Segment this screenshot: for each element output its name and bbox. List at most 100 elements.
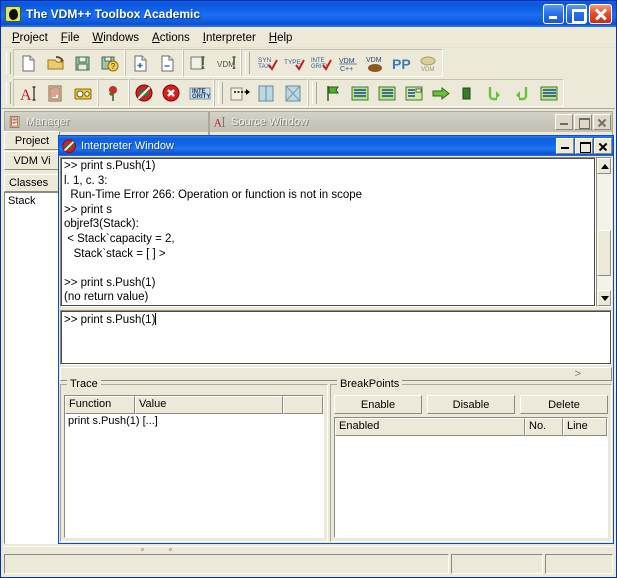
vdm-doc-button[interactable]: VDM	[414, 50, 441, 76]
window-titlebar[interactable]: The VDM++ Toolbox Academic	[1, 1, 616, 27]
new-source-window-button[interactable]	[185, 50, 212, 76]
source-close-button[interactable]	[593, 114, 611, 130]
svg-text:PP: PP	[392, 56, 411, 72]
stop-button[interactable]	[454, 80, 481, 106]
vdm-java-button[interactable]: VDM	[360, 50, 387, 76]
vdm-java-icon: VDM	[364, 54, 384, 72]
vdm-tool-button[interactable]: VDM	[212, 50, 239, 76]
project-tab-project[interactable]: Project	[4, 131, 60, 150]
rose-link-button[interactable]	[100, 80, 127, 106]
table-row[interactable]: print s.Push(1) [...]	[65, 414, 323, 428]
debug-arrow-button[interactable]	[225, 80, 252, 106]
command-input[interactable]: >> print s.Push(1)	[60, 310, 612, 365]
syntax-check-icon: SYN TAX	[256, 54, 278, 72]
pretty-print-button[interactable]: PP	[387, 50, 414, 76]
text-format-button[interactable]: A	[15, 80, 42, 106]
classes-header: Classes	[4, 174, 60, 192]
interpreter-maximize-button[interactable]	[575, 138, 593, 154]
close-button[interactable]	[589, 4, 612, 24]
splitter-dots	[141, 548, 181, 552]
list-2-button[interactable]	[373, 80, 400, 106]
toolbar-group-rose	[98, 79, 129, 107]
list-1-button[interactable]	[346, 80, 373, 106]
syntax-check-button[interactable]: SYN TAX	[252, 50, 279, 76]
menu-item-project[interactable]: Project	[6, 30, 55, 46]
workspace-splitter[interactable]	[3, 546, 614, 552]
breakpoints-column-enabled[interactable]: Enabled	[335, 418, 525, 436]
breakpoints-column-line[interactable]: Line	[563, 418, 607, 436]
statusbar	[3, 553, 614, 575]
clipboard-button[interactable]	[42, 80, 69, 106]
vdm-to-cpp-button[interactable]: VDM C++	[333, 50, 360, 76]
breakpoints-listview[interactable]: Enabled No. Line	[334, 417, 608, 538]
minimize-button[interactable]	[543, 4, 564, 24]
remove-file-button[interactable]	[154, 50, 181, 76]
project-tab-vdm-view[interactable]: VDM Vi	[4, 151, 60, 170]
interpreter-minimize-button[interactable]	[556, 138, 574, 154]
toolbar-grip-3[interactable]	[6, 82, 11, 104]
add-file-button[interactable]	[127, 50, 154, 76]
delete-button[interactable]: Delete	[520, 395, 608, 414]
window-blue-1-button[interactable]	[252, 80, 279, 106]
abort-button[interactable]	[158, 80, 185, 106]
toolbar-grip-5[interactable]	[312, 82, 317, 104]
manager-window-titlebar[interactable]: Manager	[5, 112, 208, 132]
menu-item-help[interactable]: Help	[263, 30, 300, 46]
list-item[interactable]: Stack	[8, 195, 59, 207]
interpreter-window-titlebar[interactable]: Interpreter Window	[59, 136, 613, 156]
open-folder-icon	[46, 54, 66, 72]
source-window-titlebar[interactable]: A Source Window	[210, 112, 612, 132]
menu-item-actions[interactable]: Actions	[146, 30, 197, 46]
green-arrow-icon	[431, 84, 451, 102]
menu-item-windows[interactable]: Windows	[86, 30, 146, 46]
trace-column-function[interactable]: Function	[65, 396, 135, 414]
step-in-button[interactable]	[400, 80, 427, 106]
source-minimize-button[interactable]	[555, 114, 573, 130]
maximize-button[interactable]	[566, 4, 587, 24]
svg-text:GRITY: GRITY	[192, 94, 210, 100]
scroll-thumb[interactable]	[597, 229, 611, 277]
scroll-down-button[interactable]	[597, 290, 611, 306]
trace-listview[interactable]: Function Value print s.Push(1) [...]	[64, 395, 324, 538]
menubar: Project File Windows Actions Interpreter…	[2, 28, 615, 48]
source-maximize-button[interactable]	[574, 114, 592, 130]
debug-arrow-icon	[229, 84, 250, 102]
disable-button[interactable]: Disable	[427, 395, 515, 414]
continue-button[interactable]	[427, 80, 454, 106]
menu-item-interpreter[interactable]: Interpreter	[197, 30, 263, 46]
list-4-button[interactable]	[535, 80, 562, 106]
toolbar-grip-2[interactable]	[245, 52, 250, 74]
interpreter-body: >> print s.Push(1) l. 1, c. 3: Run-Time …	[59, 156, 613, 543]
menu-item-file[interactable]: File	[55, 30, 87, 46]
breakpoints-column-no[interactable]: No.	[525, 418, 563, 436]
trace-legend: Trace	[67, 378, 101, 390]
document-minus-icon	[158, 54, 178, 72]
horizontal-splitter[interactable]: >	[60, 367, 612, 381]
interpreter-close-button[interactable]	[594, 138, 612, 154]
save-project-button[interactable]	[69, 50, 96, 76]
interpreter-output-scrollbar[interactable]	[596, 157, 612, 307]
open-project-button[interactable]	[42, 50, 69, 76]
type-check-button[interactable]: TYPE	[279, 50, 306, 76]
toolbar-grip-4[interactable]	[218, 82, 223, 104]
toolbar-grip[interactable]	[6, 52, 11, 74]
stop-interpreter-button[interactable]	[131, 80, 158, 106]
integrity-check-button[interactable]: INTE GRITY	[306, 50, 333, 76]
scroll-up-button[interactable]	[597, 158, 611, 174]
classes-list[interactable]: Stack	[4, 192, 60, 544]
clipboard-icon	[46, 84, 66, 102]
window-blue-2-button[interactable]	[279, 80, 306, 106]
trace-column-value[interactable]: Value	[135, 396, 283, 414]
start-debug-button[interactable]	[319, 80, 346, 106]
integrity-button[interactable]: INTE GRITY	[185, 80, 212, 106]
list-4-icon	[539, 84, 559, 102]
scroll-track[interactable]	[597, 174, 611, 290]
step-over-button[interactable]	[481, 80, 508, 106]
enable-button[interactable]: Enable	[334, 395, 422, 414]
step-out-button[interactable]	[508, 80, 535, 106]
camera-button[interactable]	[69, 80, 96, 106]
interpreter-output[interactable]: >> print s.Push(1) l. 1, c. 3: Run-Time …	[60, 157, 596, 307]
save-project-as-button[interactable]: ?	[96, 50, 123, 76]
new-project-button[interactable]	[15, 50, 42, 76]
trace-column-extra[interactable]	[283, 396, 323, 414]
